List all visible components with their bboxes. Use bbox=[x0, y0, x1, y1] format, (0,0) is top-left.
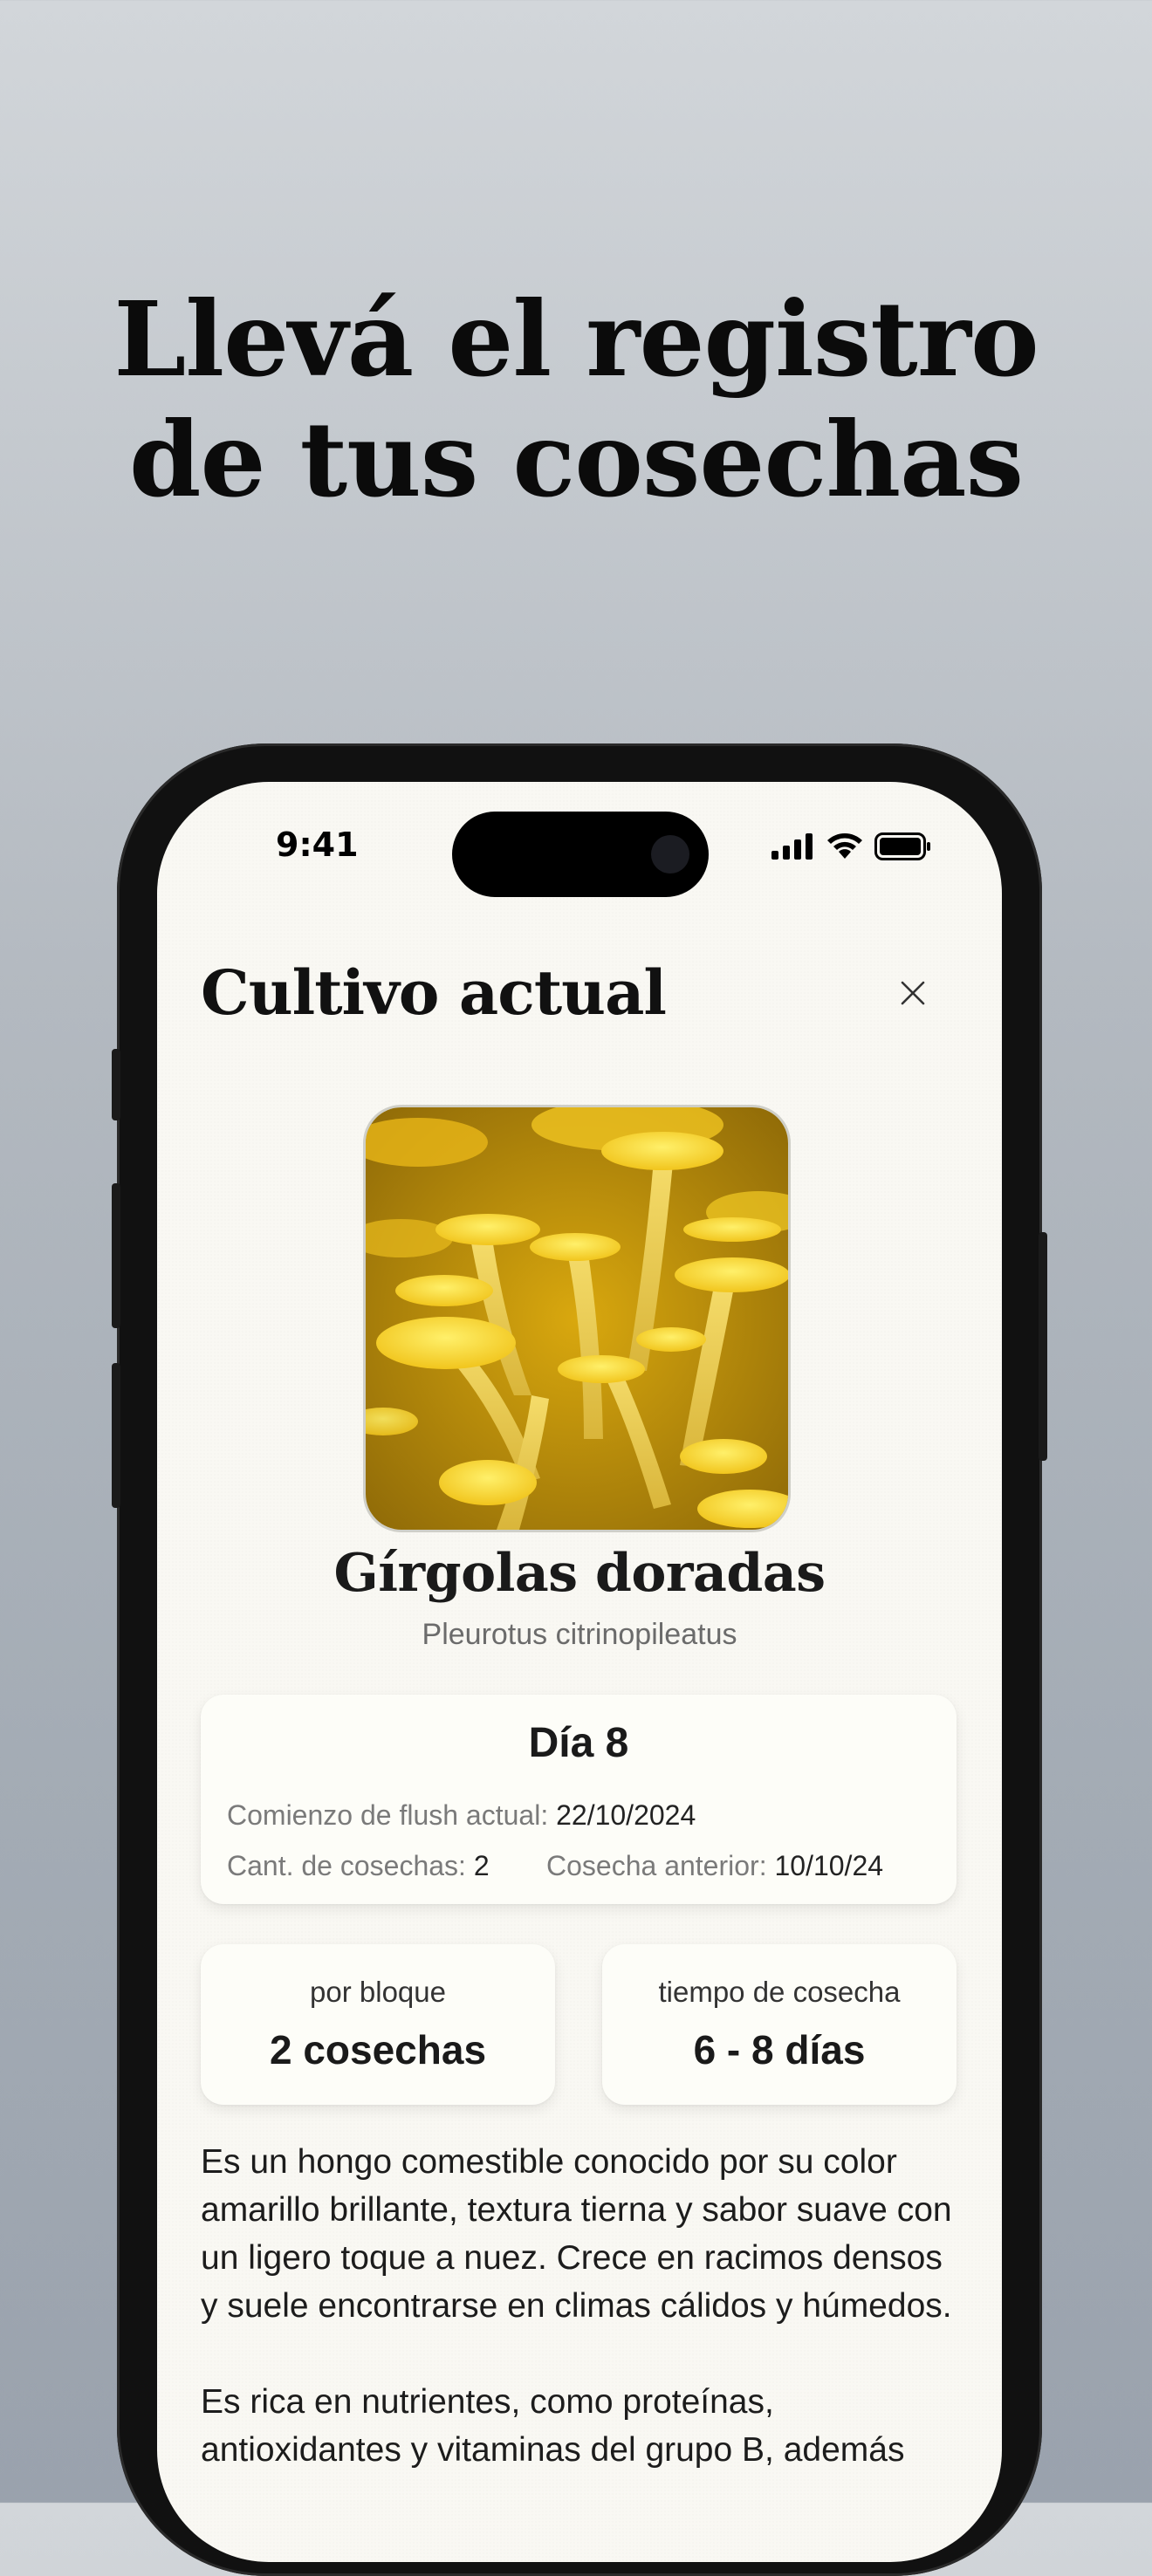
stat-value: 6 - 8 días bbox=[693, 2027, 866, 2072]
status-icons bbox=[771, 832, 932, 860]
phone-volume-down-button bbox=[112, 1363, 120, 1508]
previous-harvest-value: 10/10/24 bbox=[774, 1850, 884, 1881]
flush-start-label: Comienzo de flush actual: bbox=[227, 1799, 549, 1831]
species-photo bbox=[363, 1105, 791, 1532]
status-time: 9:41 bbox=[276, 826, 359, 864]
harvest-count-row: Cant. de cosechas: 2 bbox=[227, 1850, 490, 1882]
stat-value: 2 cosechas bbox=[269, 2027, 487, 2072]
harvest-count-value: 2 bbox=[473, 1850, 490, 1881]
harvest-count-label: Cant. de cosechas: bbox=[227, 1850, 466, 1881]
close-button[interactable] bbox=[890, 970, 936, 1016]
phone-screen: 9:41 Cultivo actual Gírgolas doradas Ple… bbox=[157, 782, 1002, 2562]
stat-label: tiempo de cosecha bbox=[658, 1976, 901, 2008]
stat-card-harvest-time: tiempo de cosecha 6 - 8 días bbox=[602, 1944, 957, 2105]
phone-volume-up-button bbox=[112, 1183, 120, 1328]
description-paragraph: Es rica en nutrientes, como proteínas, a… bbox=[201, 2383, 905, 2469]
battery-icon bbox=[874, 832, 930, 860]
page-title: Cultivo actual bbox=[201, 956, 667, 1029]
close-icon bbox=[901, 981, 925, 1005]
flush-start-value: 22/10/2024 bbox=[556, 1799, 696, 1831]
golden-oyster-mushroom-image bbox=[366, 1107, 788, 1530]
day-counter: Día 8 bbox=[528, 1720, 629, 1766]
stat-card-harvests-per-block: por bloque 2 cosechas bbox=[201, 1944, 555, 2105]
headline-line-2: de tus cosechas bbox=[128, 399, 1024, 520]
species-scientific-name: Pleurotus citrinopileatus bbox=[422, 1618, 737, 1651]
dynamic-island bbox=[452, 812, 709, 897]
cellular-signal-icon bbox=[771, 833, 813, 860]
description-paragraph: Es un hongo comestible conocido por su c… bbox=[201, 2143, 952, 2325]
previous-harvest-row: Cosecha anterior: 10/10/24 bbox=[546, 1850, 883, 1882]
front-camera bbox=[651, 835, 689, 874]
wifi-icon bbox=[827, 833, 862, 859]
stat-label: por bloque bbox=[310, 1976, 446, 2008]
flush-start-row: Comienzo de flush actual: 22/10/2024 bbox=[227, 1799, 696, 1832]
species-description: Es un hongo comestible conocido por su c… bbox=[201, 2138, 960, 2522]
phone-action-button bbox=[112, 1049, 120, 1120]
species-name: Gírgolas doradas bbox=[333, 1543, 826, 1604]
marketing-headline: Llevá el registro de tus cosechas bbox=[0, 279, 1152, 520]
phone-power-button bbox=[1039, 1232, 1047, 1461]
previous-harvest-label: Cosecha anterior: bbox=[546, 1850, 767, 1881]
headline-line-1: Llevá el registro bbox=[113, 278, 1039, 400]
cultivation-day-card: Día 8 Comienzo de flush actual: 22/10/20… bbox=[201, 1695, 957, 1904]
